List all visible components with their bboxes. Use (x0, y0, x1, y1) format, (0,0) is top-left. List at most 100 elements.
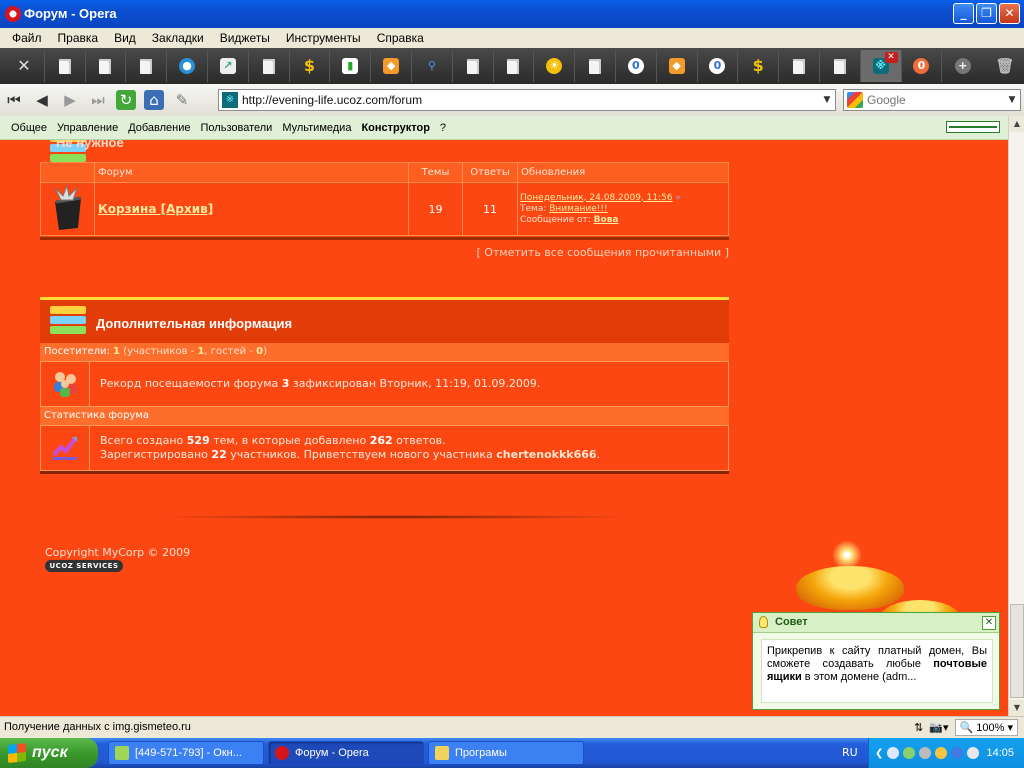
tip-close-button[interactable]: ✕ (982, 616, 996, 630)
tab[interactable]: 0 (698, 50, 739, 82)
tab[interactable]: $ (290, 50, 331, 82)
zoom-control[interactable]: 🔍 100% ▾ (954, 719, 1018, 736)
tab[interactable] (494, 50, 535, 82)
admin-general[interactable]: Общее (6, 122, 52, 134)
back-button[interactable]: ◀ (28, 86, 56, 114)
tab[interactable] (453, 50, 494, 82)
network-icon[interactable]: ⇅ (914, 721, 923, 734)
new-member-link[interactable]: chertenokkk666 (496, 448, 596, 461)
menu-tools[interactable]: Инструменты (278, 28, 369, 48)
tab[interactable] (575, 50, 616, 82)
tab[interactable]: ☀ (534, 50, 576, 82)
menu-view[interactable]: Вид (106, 28, 144, 48)
tab[interactable]: ● (167, 50, 208, 82)
tab-active[interactable]: ※ ✕ (860, 50, 902, 82)
tray-icon[interactable] (903, 747, 916, 759)
tab[interactable] (249, 50, 290, 82)
tab[interactable]: 0 (902, 50, 943, 82)
search-box[interactable]: ▼ (843, 89, 1021, 111)
admin-add[interactable]: Добавление (123, 122, 195, 134)
fast-forward-button[interactable]: ⏭ (84, 86, 112, 114)
tab[interactable]: ◆ (657, 50, 698, 82)
updates-col-header: Обновления (518, 163, 728, 182)
menu-widgets[interactable]: Виджеты (212, 28, 278, 48)
tab[interactable]: 0 (616, 50, 657, 82)
taskbar-item-active[interactable]: Форум - Opera (268, 741, 424, 765)
tab[interactable]: ⚲ (412, 50, 453, 82)
camera-icon[interactable]: 📷▾ (929, 721, 948, 734)
tray-icon[interactable] (935, 747, 948, 759)
trash-button[interactable]: 🗑 (983, 50, 1024, 82)
tab[interactable]: ▮ (330, 50, 372, 82)
vertical-scrollbar[interactable]: ▲ ▼ (1008, 116, 1024, 716)
panel-toggle[interactable]: ✕ (4, 50, 45, 82)
tab[interactable]: $ (738, 50, 780, 82)
taskbar-item[interactable]: [449-571-793] - Окн... (108, 741, 264, 765)
address-dropdown-icon[interactable]: ▼ (819, 95, 835, 105)
admin-help[interactable]: ? (435, 122, 451, 134)
rewind-button[interactable]: ⏮ (0, 86, 28, 114)
search-dropdown-icon[interactable]: ▼ (1004, 95, 1020, 105)
menu-bookmarks[interactable]: Закладки (144, 28, 212, 48)
window-title: Форум - Opera (24, 6, 117, 21)
goto-last-post-icon[interactable]: » (675, 193, 681, 203)
admin-users[interactable]: Пользователи (196, 122, 278, 134)
menu-help[interactable]: Справка (369, 28, 432, 48)
edit-button[interactable]: ✎ (168, 86, 196, 114)
dollar-icon: $ (303, 56, 316, 75)
tray-icon[interactable] (919, 747, 932, 759)
tab[interactable] (126, 50, 168, 82)
tip-title: Совет (775, 616, 808, 628)
author-link[interactable]: Вова (594, 215, 619, 225)
reload-button[interactable]: ↻ (112, 86, 140, 114)
admin-multimedia[interactable]: Мультимедиа (277, 122, 356, 134)
network-tray-icon[interactable] (887, 747, 900, 759)
ucoz-badge[interactable]: UCOZ SERVICES (45, 560, 123, 572)
maximize-button[interactable]: ❐ (976, 3, 997, 24)
scroll-thumb[interactable] (1010, 604, 1024, 698)
tab[interactable] (86, 50, 127, 82)
tab[interactable] (779, 50, 820, 82)
sun-icon: ☀ (546, 58, 563, 74)
admin-slider[interactable] (946, 121, 1000, 133)
last-post-link[interactable]: Понедельник, 24.08.2009, 11:56 (520, 193, 673, 203)
admin-constructor[interactable]: Конструктор (356, 122, 434, 134)
table-row: Корзина [Архив] 19 11 Понедельник, 24.08… (41, 183, 728, 235)
tab[interactable] (45, 50, 86, 82)
forum-link[interactable]: Корзина [Архив] (95, 202, 213, 216)
minimize-button[interactable]: _ (953, 3, 974, 24)
menu-file[interactable]: Файл (4, 28, 50, 48)
topic-link[interactable]: Внимание!!! (549, 204, 607, 214)
tab[interactable] (820, 50, 861, 82)
start-button[interactable]: пуск (0, 738, 98, 768)
replies-col-header: Ответы (463, 163, 517, 182)
tip-text-part2: в этом домене (adm... (804, 671, 917, 683)
mark-read-link[interactable]: Отметить все сообщения прочитанными (484, 246, 721, 259)
new-tab-button[interactable]: + (942, 50, 983, 82)
tray-icon[interactable] (951, 747, 964, 759)
search-input[interactable] (867, 93, 1004, 107)
stats-text: Всего создано 529 тем, в которые добавле… (90, 426, 728, 470)
scroll-down-icon[interactable]: ▼ (1009, 700, 1024, 716)
address-bar[interactable]: ※ http://evening-life.ucoz.com/forum ▼ (218, 89, 836, 111)
language-indicator[interactable]: RU (842, 746, 858, 759)
pen-icon: ✎ (175, 91, 189, 109)
admin-management[interactable]: Управление (52, 122, 123, 134)
taskbar-item[interactable]: Програмы (428, 741, 584, 765)
start-label: пуск (32, 744, 68, 761)
taskbar-item-label: Програмы (455, 747, 507, 759)
tab[interactable]: ↗ (208, 50, 249, 82)
tray-expand-icon[interactable]: ❮ (875, 748, 883, 759)
forward-button[interactable]: ▶ (56, 86, 84, 114)
menu-edit[interactable]: Правка (50, 28, 107, 48)
home-button[interactable]: ⌂ (140, 86, 168, 114)
info-bottom-border (40, 471, 729, 474)
close-button[interactable]: ✕ (999, 3, 1020, 24)
address-url[interactable]: http://evening-life.ucoz.com/forum (242, 93, 819, 107)
scroll-up-icon[interactable]: ▲ (1009, 116, 1024, 132)
tab[interactable]: ◆ (371, 50, 412, 82)
taskbar: пуск [449-571-793] - Окн... Форум - Oper… (0, 738, 1024, 768)
admin-bar: Общее Управление Добавление Пользователи… (0, 116, 1008, 140)
volume-icon[interactable] (967, 747, 980, 759)
close-tab-icon[interactable]: ✕ (884, 52, 898, 63)
